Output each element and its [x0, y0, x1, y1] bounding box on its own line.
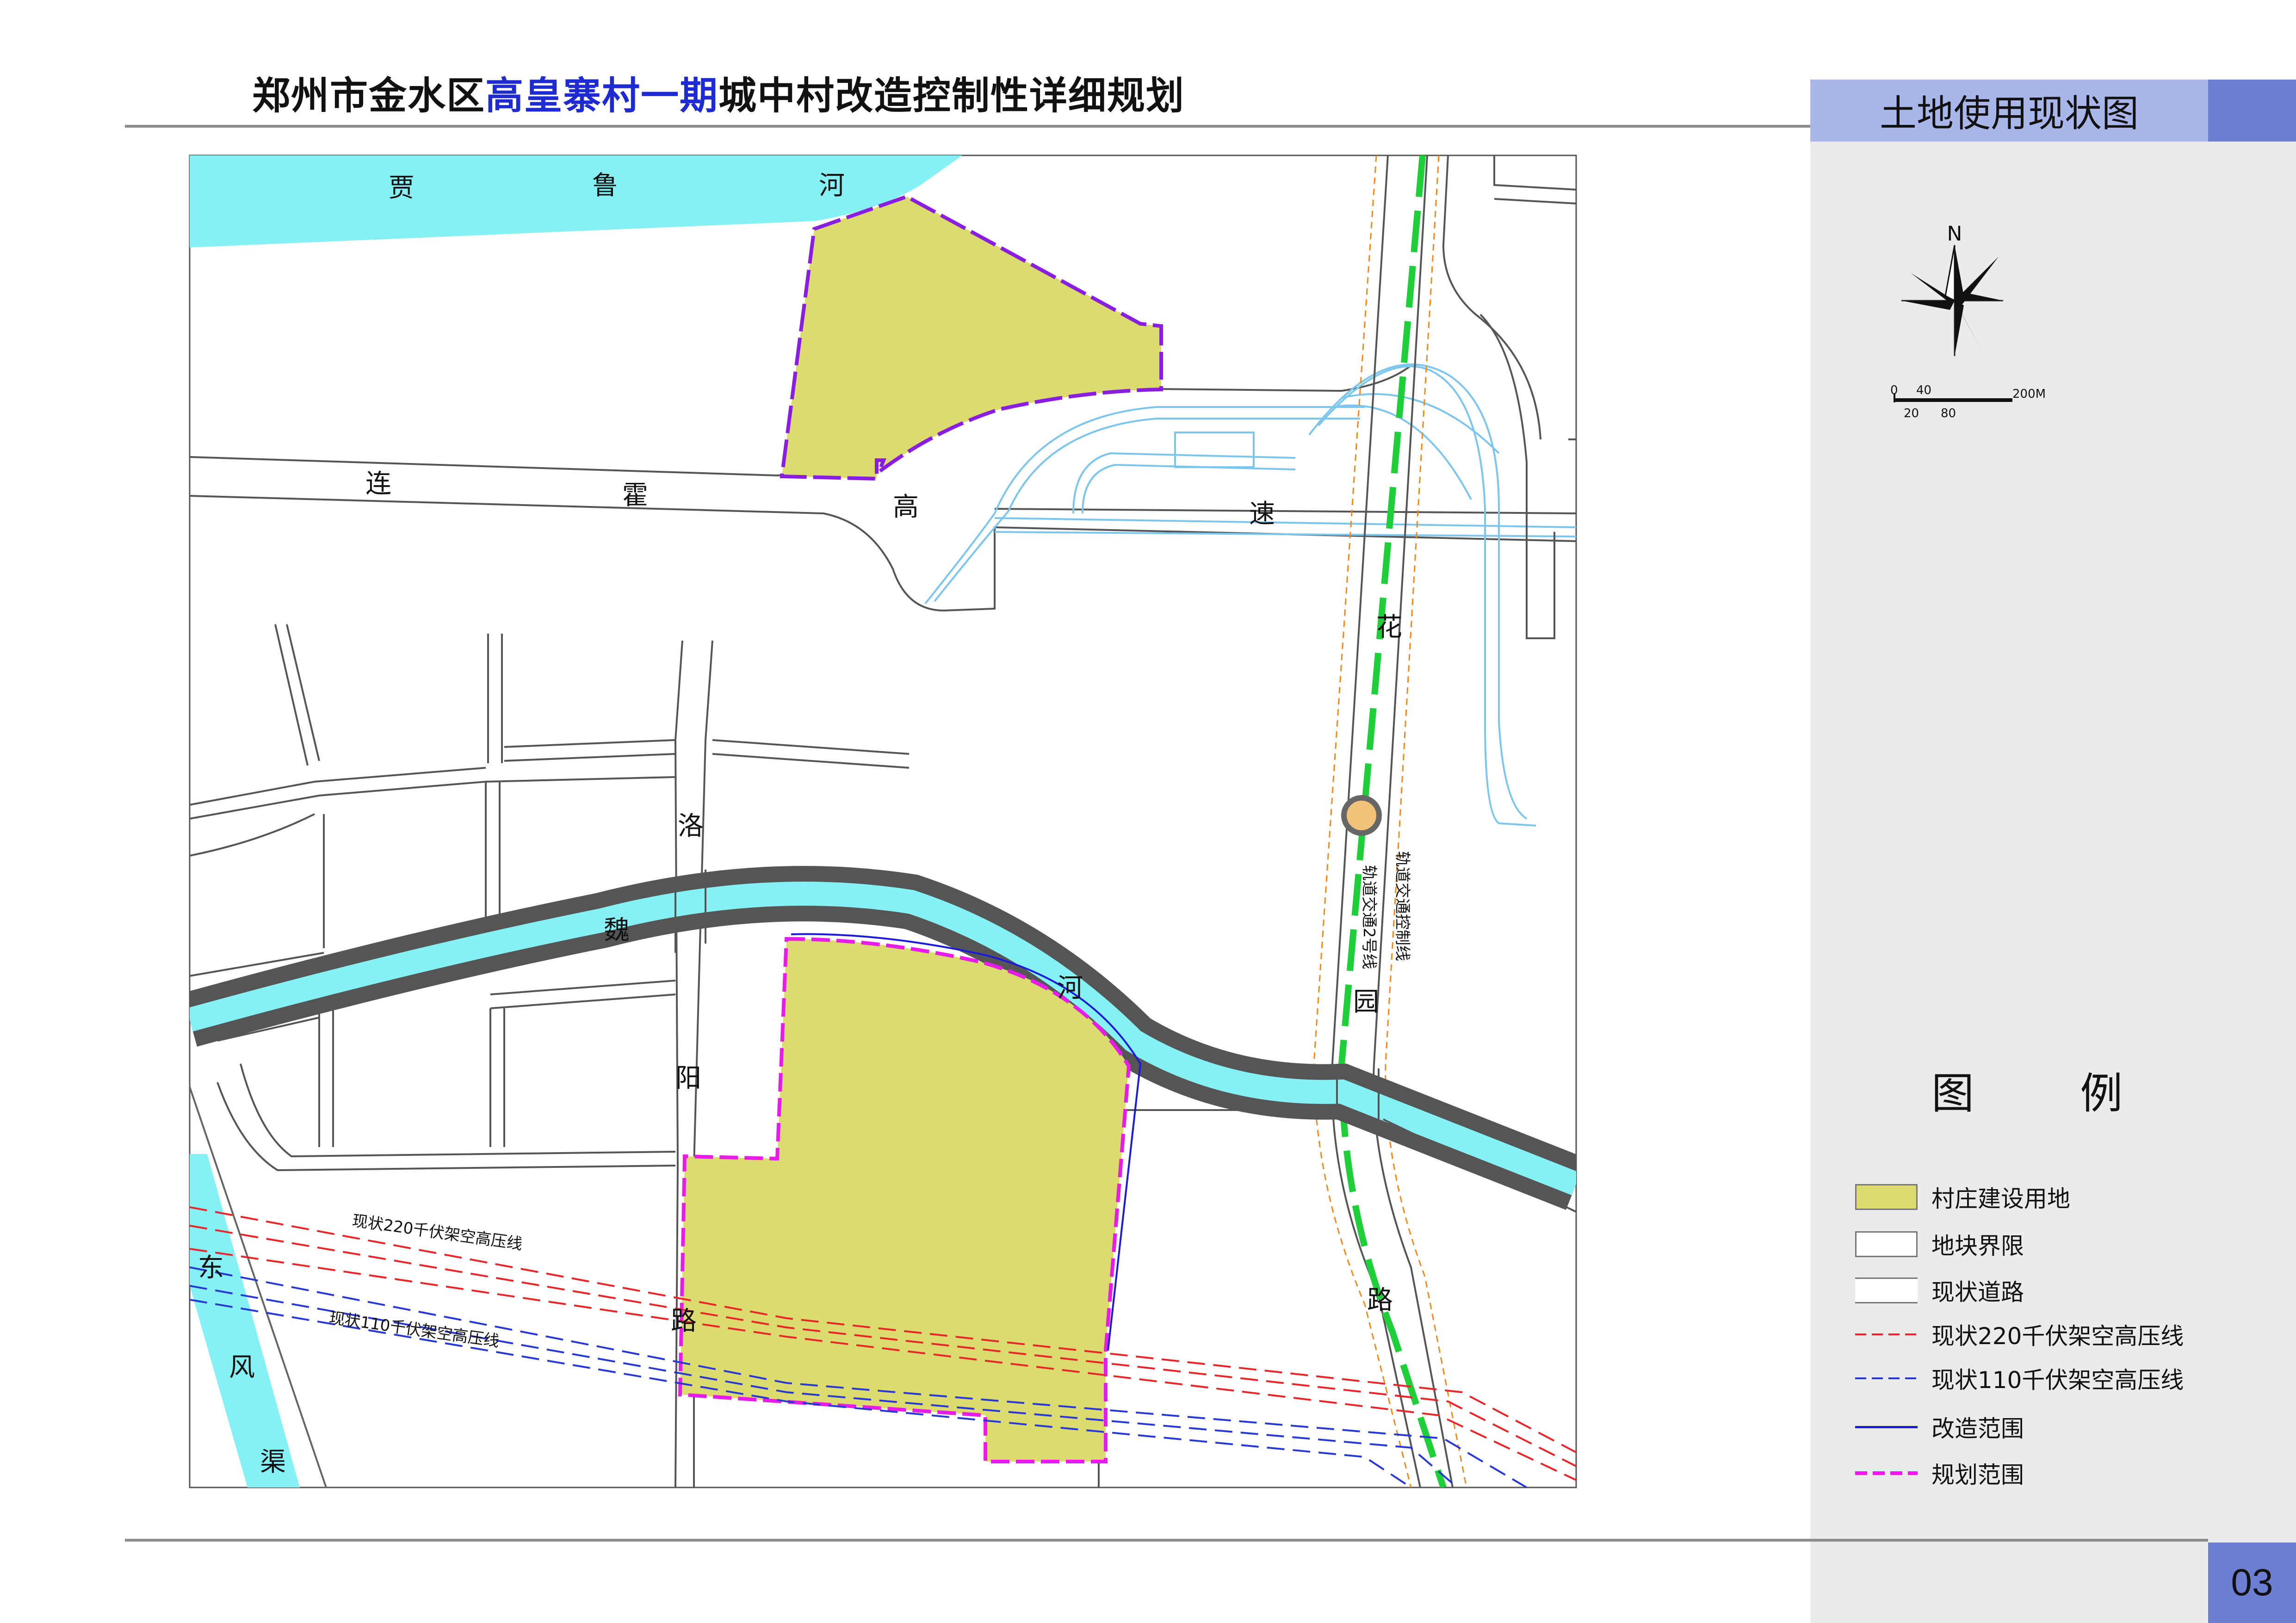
- planning-scope-swatch: [1855, 1471, 1918, 1475]
- label-expressway-3: 高: [893, 492, 919, 522]
- legend-label: 规划范围: [1931, 1462, 2024, 1488]
- label-luoyang-road-2: 阳: [675, 1063, 701, 1093]
- legend-item-parcel-boundary: 地块界限: [1855, 1228, 2024, 1260]
- legend-title: 图 例: [1931, 1069, 2169, 1118]
- legend-label: 现状220千伏架空高压线: [1931, 1323, 2184, 1350]
- legend-item-village-land: 村庄建设用地: [1855, 1181, 2070, 1213]
- label-luoyang-road-3: 路: [671, 1306, 697, 1336]
- label-dongfeng-canal-2: 风: [229, 1352, 255, 1382]
- label-rail-control-line: 轨道交通控制线: [1393, 851, 1411, 961]
- scale-label-20: 20: [1904, 407, 1919, 420]
- legend-label: 现状110千伏架空高压线: [1931, 1367, 2184, 1394]
- legend-item-power-220: 现状220千伏架空高压线: [1855, 1318, 2184, 1351]
- metro-station-marker: [1341, 795, 1382, 836]
- legend-item-existing-road: 现状道路: [1855, 1274, 2024, 1307]
- label-dongfeng-canal-3: 渠: [260, 1447, 286, 1477]
- label-jialu-river-1: 贾: [389, 173, 415, 203]
- label-expressway-2: 霍: [622, 481, 648, 511]
- legend-label: 村庄建设用地: [1931, 1185, 2070, 1212]
- label-weihe-river-2: 河: [1057, 973, 1083, 1003]
- village-land-swatch: [1855, 1184, 1918, 1210]
- legend-item-planning-scope: 规划范围: [1855, 1457, 2024, 1489]
- scale-label-0: 0: [1890, 383, 1898, 397]
- existing-road-swatch: [1855, 1277, 1918, 1303]
- label-huayuan-road-3: 路: [1367, 1285, 1393, 1315]
- label-rail-line-2: 轨道交通2号线: [1360, 865, 1378, 969]
- legend-item-renovation-scope: 改造范围: [1855, 1411, 2024, 1443]
- label-huayuan-road-1: 花: [1376, 612, 1402, 642]
- parcel-boundary-swatch: [1855, 1231, 1918, 1257]
- legend-label: 地块界限: [1931, 1233, 2024, 1259]
- label-weihe-river-1: 魏: [604, 915, 630, 945]
- label-jialu-river-3: 河: [819, 171, 845, 201]
- label-expressway-1: 连: [365, 469, 391, 499]
- label-jialu-river-2: 鲁: [592, 171, 618, 201]
- legend-item-power-110: 现状110千伏架空高压线: [1855, 1362, 2184, 1395]
- scale-label-40: 40: [1916, 383, 1931, 397]
- label-expressway-4: 速: [1249, 499, 1275, 529]
- power-110-swatch: [1855, 1377, 1918, 1379]
- legend-label: 现状道路: [1931, 1279, 2024, 1306]
- scale-label-80: 80: [1941, 407, 1956, 420]
- renovation-scope-swatch: [1855, 1426, 1918, 1428]
- north-arrow-icon: N: [1901, 222, 2003, 356]
- scale-bar: 0 40 200M 20 80: [1890, 383, 2046, 420]
- label-dongfeng-canal-1: 东: [198, 1253, 224, 1283]
- legend-label: 改造范围: [1931, 1415, 2024, 1442]
- label-huayuan-road-2: 园: [1353, 987, 1379, 1017]
- compass-north-label: N: [1947, 222, 1962, 246]
- scale-label-200: 200M: [2012, 387, 2046, 401]
- label-luoyang-road-1: 洛: [678, 811, 704, 841]
- power-220-swatch: [1855, 1333, 1918, 1335]
